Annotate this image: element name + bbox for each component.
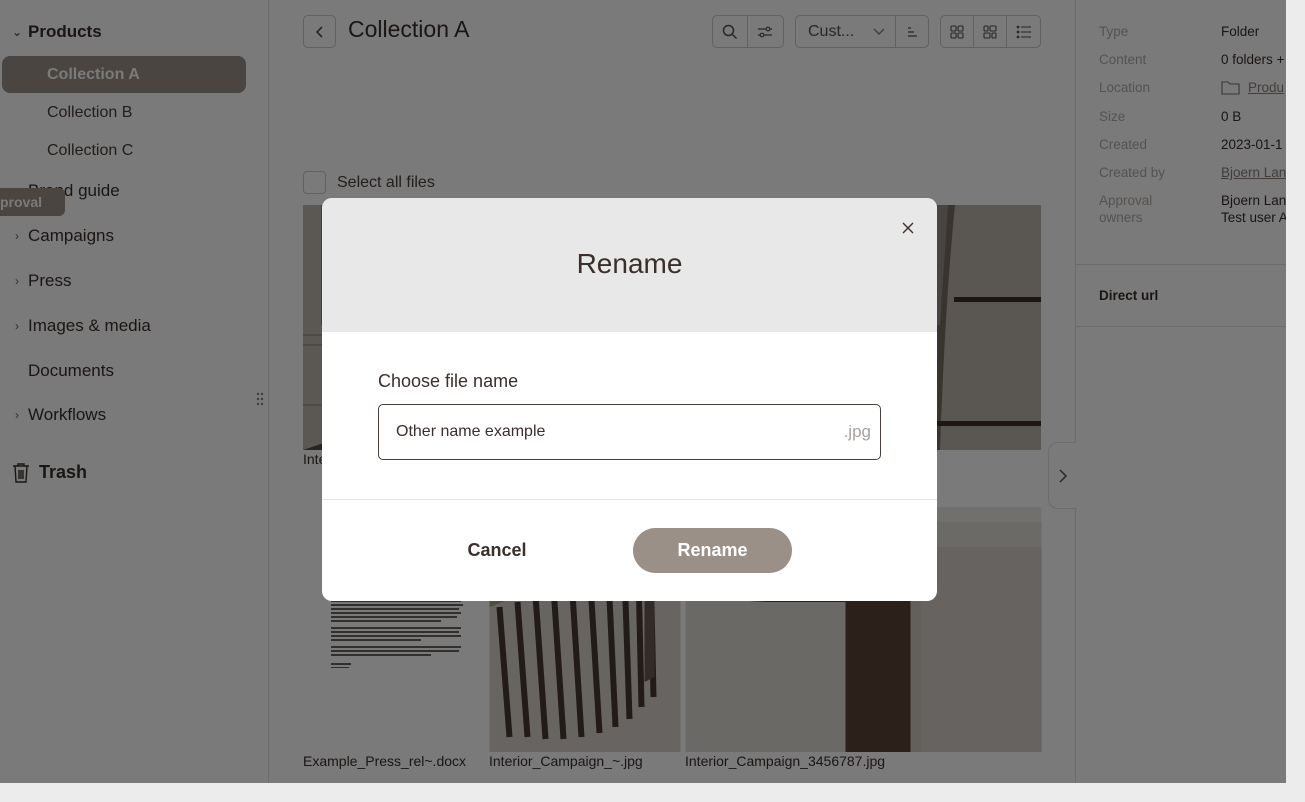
- file-extension: .jpg: [843, 422, 871, 441]
- window-edge: [1286, 0, 1305, 802]
- file-name-input[interactable]: [396, 423, 844, 441]
- file-name-label: Choose file name: [378, 371, 519, 391]
- file-name-field[interactable]: .jpg: [378, 404, 881, 460]
- dialog-header: Rename: [322, 198, 937, 332]
- rename-dialog: Rename Choose file name .jpg Cancel Rena…: [322, 198, 937, 601]
- app-window: ⌄ Products Collection A Collection B Col…: [0, 0, 1286, 783]
- close-button[interactable]: [898, 218, 918, 238]
- dialog-divider: [322, 499, 937, 500]
- rename-button[interactable]: Rename: [633, 528, 792, 573]
- window-edge: [0, 783, 1305, 802]
- dialog-title: Rename: [576, 248, 683, 279]
- cancel-button[interactable]: Cancel: [432, 528, 562, 573]
- close-icon: [902, 222, 914, 234]
